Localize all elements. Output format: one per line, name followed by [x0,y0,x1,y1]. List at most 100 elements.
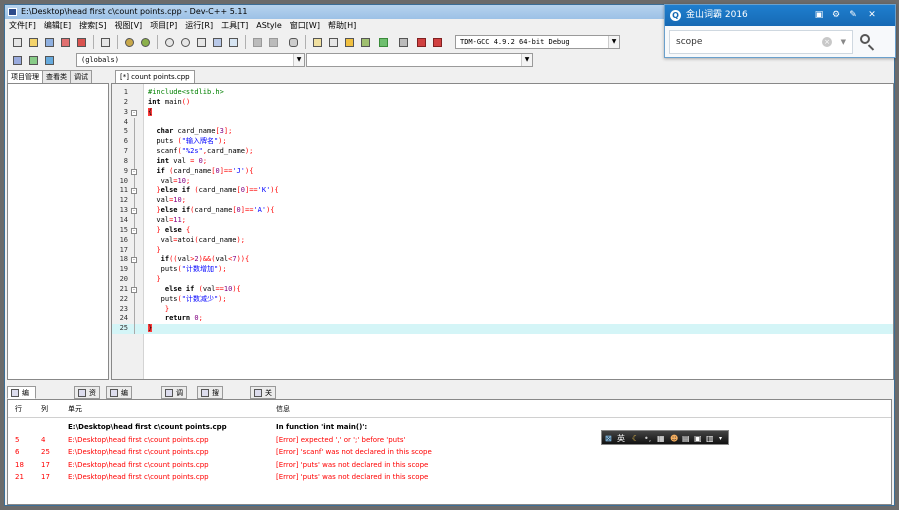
redo-icon[interactable] [138,35,152,49]
fold-toggle-icon[interactable]: - [131,257,137,264]
code-line[interactable]: 18- if((val>2)&&(val<7)){ [112,255,893,266]
menu-item[interactable]: AStyle [252,19,286,33]
dictionary-title-bar[interactable]: Q 金山词霸 2016 ▣ ⚙ ✎ ✕ [665,5,895,26]
code-line[interactable]: 6 puts ("输入牌名"); [112,137,893,148]
code-line[interactable]: 7 scanf("%2s",card_name); [112,147,893,157]
close-icon[interactable]: ✕ [865,5,879,26]
fold-toggle-icon[interactable]: - [131,109,137,116]
menu-item[interactable]: 工具[T] [217,19,252,33]
clear-icon[interactable]: × [822,37,832,47]
fold-toggle-icon[interactable]: - [131,208,137,215]
replace-icon[interactable] [178,35,192,49]
code-line[interactable]: 8 int val = 0; [112,156,893,167]
message-row[interactable]: E:\Desktop\head first c\count points.cpp… [8,421,891,434]
skin-icon[interactable]: ☻ [670,432,678,445]
save-all-icon[interactable] [58,35,72,49]
remove-from-project-icon[interactable] [266,35,280,49]
compile-run-icon[interactable] [342,35,356,49]
search-icon[interactable] [857,32,877,52]
code-line[interactable]: 14 val=11; [112,215,893,226]
fold-toggle-icon[interactable]: - [131,188,137,195]
close-file-icon[interactable] [74,35,88,49]
toolbox-icon[interactable]: ▤ [682,432,690,445]
undo-icon[interactable] [122,35,136,49]
insert-icon[interactable] [10,53,24,67]
chevron-down-icon[interactable]: ▾ [719,432,722,445]
code-line[interactable]: 22 puts("计数减少"); [112,294,893,305]
code-line[interactable]: 17 } [112,245,893,256]
code-line[interactable]: 2 int main() [112,98,893,108]
menu-item[interactable]: 帮助[H] [324,19,360,33]
compile-icon[interactable] [310,35,324,49]
col-header-col[interactable]: 列 [41,400,48,418]
fold-toggle-icon[interactable]: - [131,286,137,293]
bookmark-icon[interactable] [226,35,240,49]
col-header-line[interactable]: 行 [15,400,22,418]
dictionary-search-input[interactable]: scope × ▼ [669,30,853,54]
menu-item[interactable]: 运行[R] [181,19,217,33]
menu-item[interactable]: 文件[F] [5,19,40,33]
save-icon[interactable] [42,35,56,49]
code-line[interactable]: 16 val=atoi(card_name); [112,235,893,246]
tab-search-results[interactable]: 搜索结果 [197,386,223,433]
moon-icon[interactable]: ☾ [632,432,639,445]
member-select[interactable]: ▼ [306,53,533,67]
keyboard-icon[interactable]: ▦ [657,432,665,445]
menu-item[interactable]: 搜索[S] [75,19,110,33]
fold-toggle-icon[interactable]: - [131,168,137,175]
code-line[interactable]: 24 return 0; [112,314,893,325]
ime-toolbar[interactable]: ⊠ 英 ☾ •, ▦ ☻ ▤ ▣ ▥ ▾ [601,430,729,445]
menu-item[interactable]: 视图[V] [110,19,146,33]
new-file-icon[interactable] [10,35,24,49]
tab-project[interactable]: 项目管理 [7,70,43,83]
tab-classes[interactable]: 查看类 [42,70,71,83]
goto-bookmark-icon[interactable] [42,53,56,67]
code-line[interactable]: 21- else if (val==10){ [112,284,893,295]
code-line[interactable]: 11- }else if (card_name[0]=='K'){ [112,186,893,197]
tab-compile-log[interactable]: 编译日志 [106,386,132,433]
code-line[interactable]: 9- if (card_name[0]=='J'){ [112,166,893,177]
editor-tab-count-points[interactable]: [*] count points.cpp [115,70,195,84]
open-file-icon[interactable] [26,35,40,49]
menu-icon[interactable]: ▥ [706,432,714,445]
code-line[interactable]: 25} [112,324,893,335]
code-line[interactable]: 12 val=10; [112,196,893,207]
tab-compiler[interactable]: 编译器 (5) [7,386,36,433]
message-row[interactable]: 18 17 E:\Desktop\head first c\count points… [8,459,891,472]
code-line[interactable]: 19 puts("计数增加"); [112,265,893,276]
profile-chart-icon[interactable] [414,35,428,49]
message-row[interactable]: 6 25 E:\Desktop\head first c\count points.… [8,446,891,459]
add-to-project-icon[interactable] [250,35,264,49]
tab-debug[interactable]: 调试 [161,386,187,409]
window-mode-icon[interactable]: ▣ [812,5,826,26]
fold-toggle-icon[interactable]: - [131,227,137,234]
code-editor[interactable]: 1 #include<stdlib.h> 2 int main() 3-{4 5 char… [111,83,894,380]
col-header-unit[interactable]: 单元 [68,400,82,418]
code-line[interactable]: 1 #include<stdlib.h> [112,88,893,98]
code-line[interactable]: 15- } else { [112,225,893,236]
scope-select[interactable]: (globals) ▼ [76,53,305,67]
project-options-icon[interactable] [286,35,300,49]
code-line[interactable]: 20 } [112,275,893,285]
stop-execution-icon[interactable] [396,35,410,49]
col-header-info[interactable]: 信息 [276,400,290,418]
print-icon[interactable] [98,35,112,49]
punctuation-icon[interactable]: •, [644,432,651,445]
code-line[interactable]: 4 [112,117,893,128]
code-line[interactable]: 23 } [112,304,893,315]
settings-icon[interactable]: ▣ [694,432,702,445]
toggle-bookmark-icon[interactable] [26,53,40,67]
menu-item[interactable]: 编辑[E] [40,19,75,33]
code-line[interactable]: 10 val=10; [112,176,893,187]
find-icon[interactable] [162,35,176,49]
chevron-down-icon[interactable]: ▼ [841,31,846,53]
code-line[interactable]: 3- { [112,107,893,118]
message-row[interactable]: 5 4 E:\Desktop\head first c\count points.c… [8,434,891,447]
syntax-check-icon[interactable] [376,35,390,49]
tab-debug[interactable]: 调试 [70,70,92,83]
menu-item[interactable]: 项目[P] [146,19,181,33]
find-next-icon[interactable] [194,35,208,49]
pin-icon[interactable]: ✎ [846,5,860,26]
tab-close[interactable]: 关闭 [250,386,276,409]
run-icon[interactable] [326,35,340,49]
